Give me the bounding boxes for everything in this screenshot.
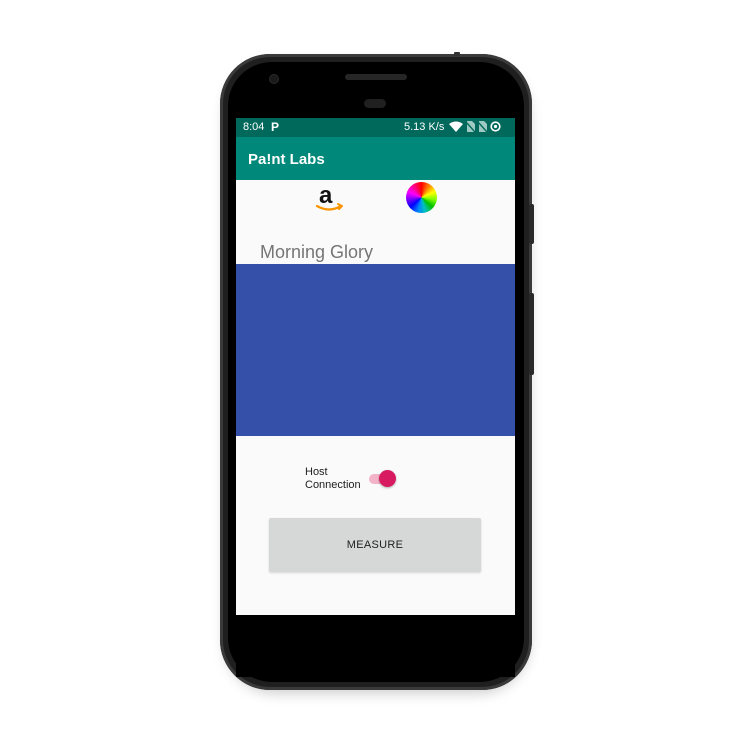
status-icons bbox=[449, 121, 501, 132]
app-bar: Pa!nt Labs bbox=[236, 137, 515, 180]
host-connection-toggle[interactable] bbox=[369, 470, 397, 488]
measure-button[interactable]: MEASURE bbox=[269, 518, 481, 572]
toggle-thumb bbox=[379, 470, 396, 487]
proximity-sensor bbox=[364, 99, 386, 108]
network-speed: 5.13 K/s bbox=[404, 121, 445, 133]
battery-charging-icon bbox=[490, 121, 501, 132]
amazon-smile-icon bbox=[315, 203, 343, 211]
front-camera bbox=[270, 75, 278, 83]
color-wheel-icon[interactable] bbox=[406, 182, 437, 213]
notification-icon: P bbox=[271, 120, 280, 134]
status-bar: 8:04 P 5.13 K/s bbox=[236, 118, 515, 137]
earpiece-speaker bbox=[345, 74, 407, 80]
volume-button bbox=[529, 293, 534, 375]
status-time: 8:04 bbox=[243, 121, 265, 133]
phone-chin bbox=[236, 615, 515, 677]
power-button bbox=[529, 204, 534, 244]
color-swatch bbox=[236, 264, 515, 436]
host-connection-label: Host Connection bbox=[305, 466, 361, 491]
app-title: Pa!nt Labs bbox=[248, 151, 325, 168]
color-name: Morning Glory bbox=[260, 242, 374, 262]
wifi-icon bbox=[449, 121, 463, 132]
phone-top-nub bbox=[454, 52, 460, 56]
amazon-logo-icon[interactable]: a bbox=[314, 182, 346, 215]
app-screen: 8:04 P 5.13 K/s Pa!nt Labs a Morning Glo… bbox=[236, 118, 515, 615]
no-sim-icon-2 bbox=[478, 121, 487, 132]
no-sim-icon bbox=[466, 121, 475, 132]
